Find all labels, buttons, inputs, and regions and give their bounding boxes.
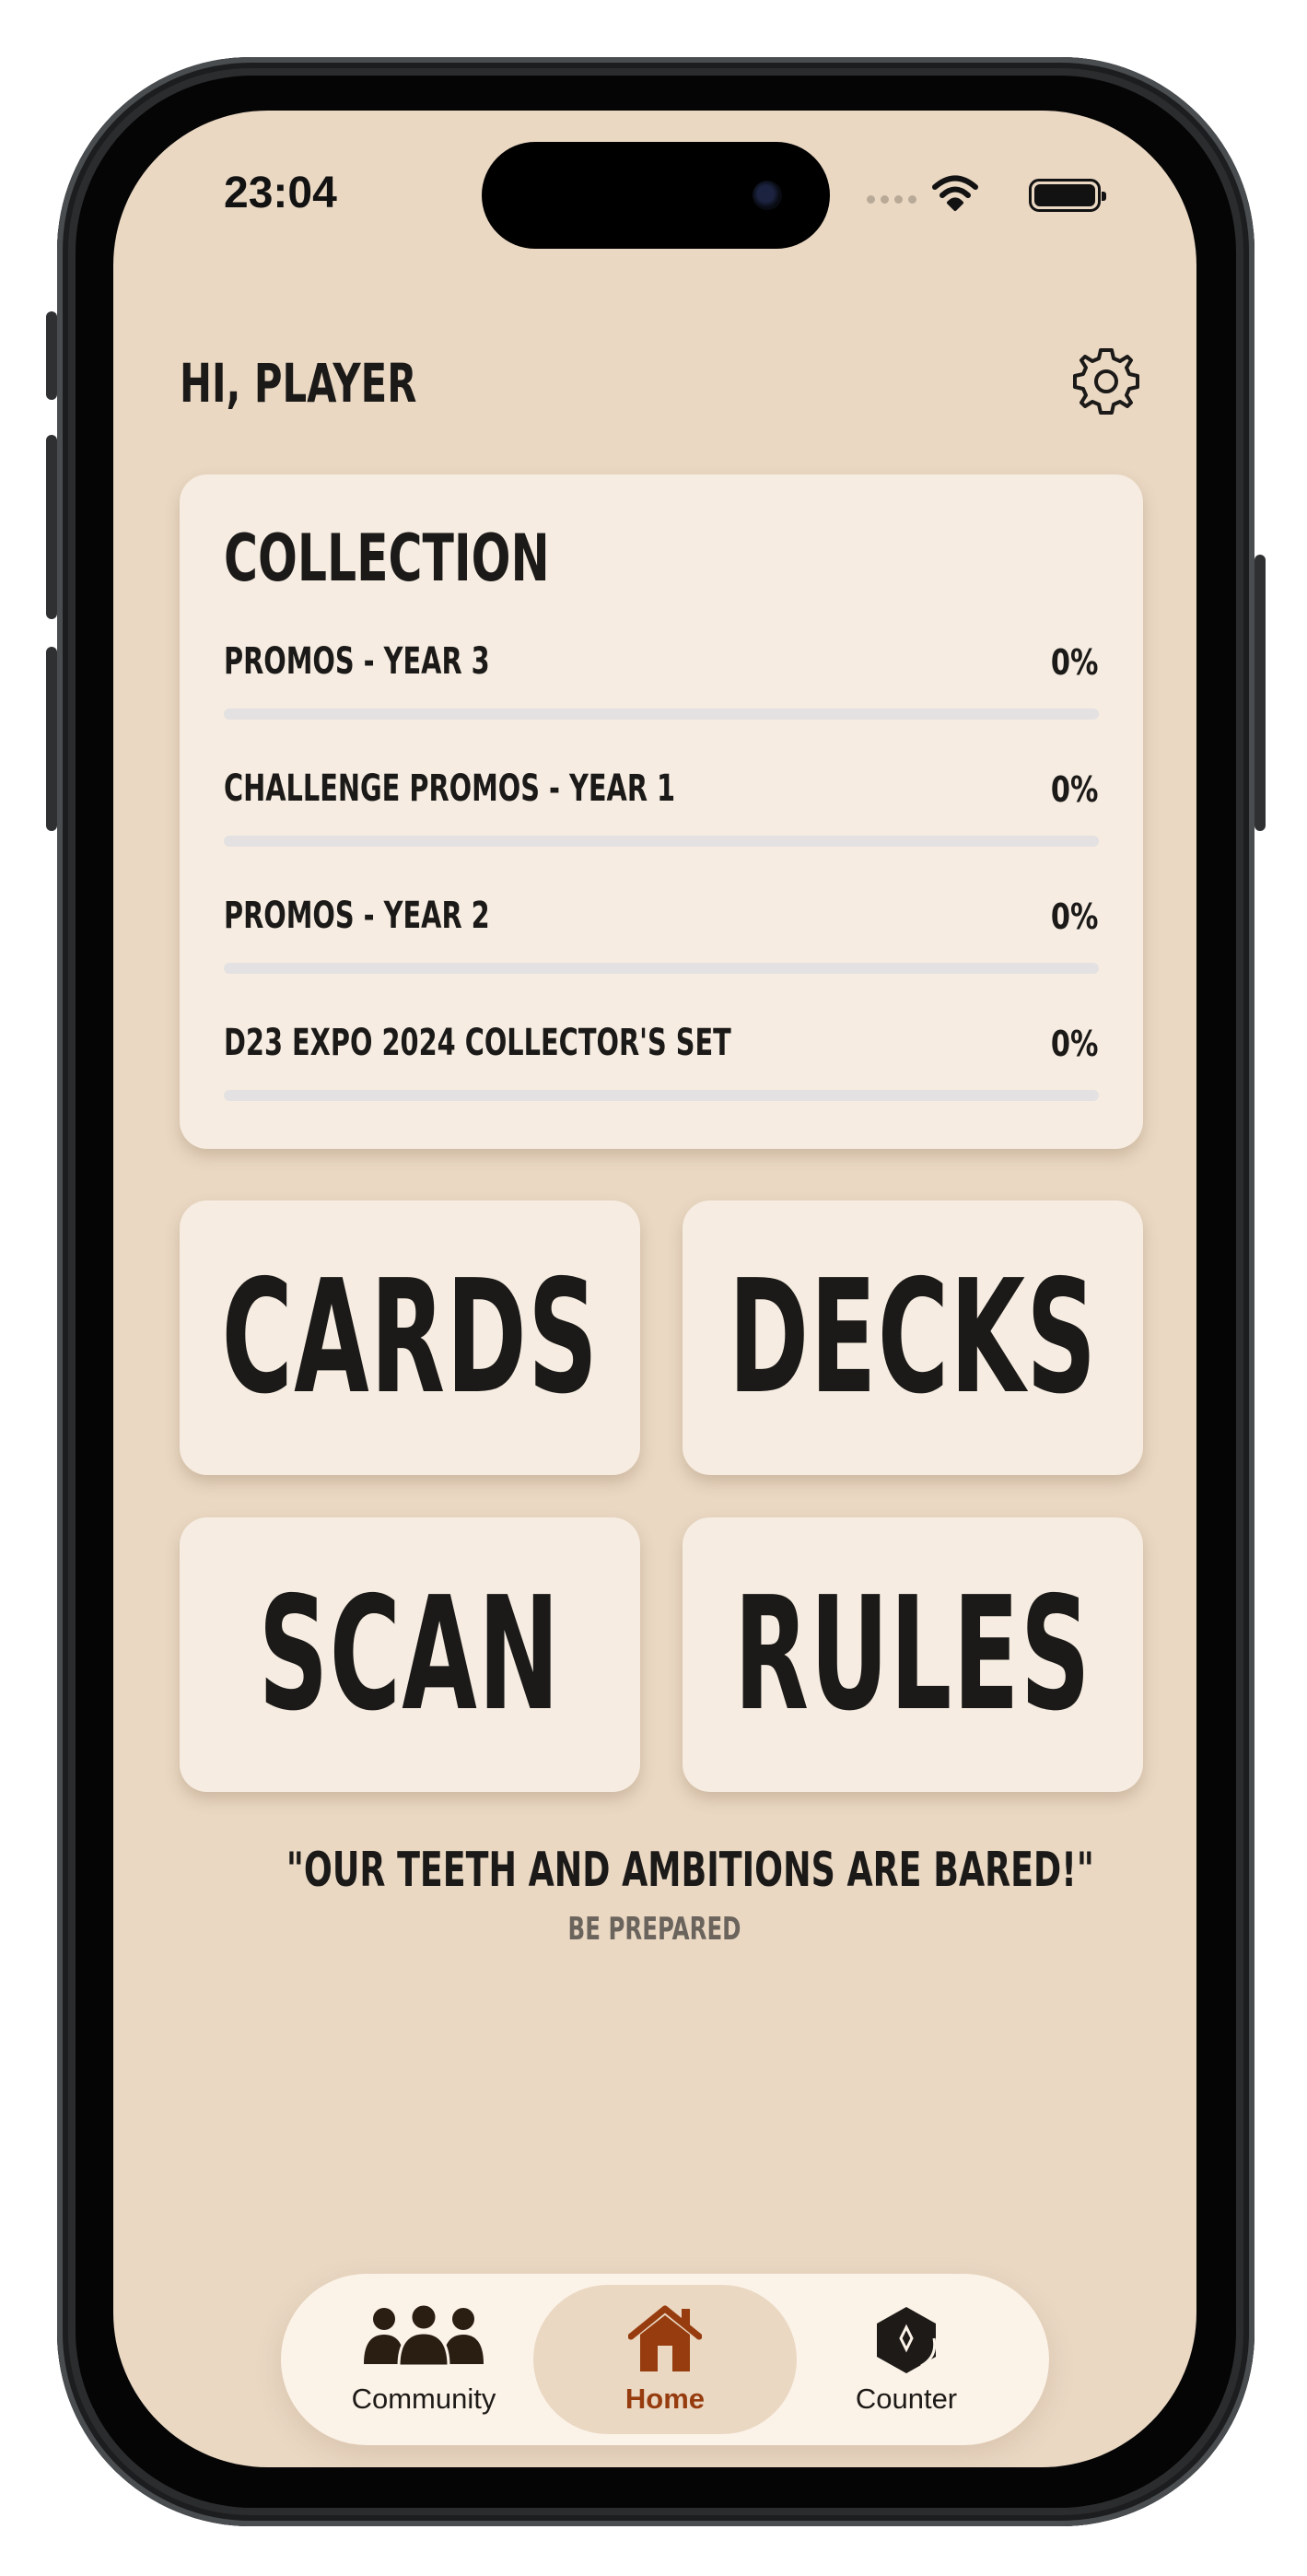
tab-counter-label: Counter xyxy=(855,2383,958,2415)
collection-item[interactable]: CHALLENGE PROMOS - YEAR 1 0% xyxy=(224,767,1099,860)
power-button xyxy=(1254,555,1266,831)
tab-counter[interactable]: Counter xyxy=(775,2285,1038,2434)
quote-subtitle-row: BE PREPARED xyxy=(113,1911,1196,1948)
rules-button[interactable]: RULES xyxy=(683,1517,1143,1792)
people-icon xyxy=(364,2305,484,2366)
collection-item-percent: 0% xyxy=(1051,896,1099,937)
decks-button[interactable]: DECKS xyxy=(683,1200,1143,1475)
gear-icon[interactable] xyxy=(1071,346,1141,416)
home-icon xyxy=(628,2305,702,2371)
volume-up-button xyxy=(46,435,57,619)
collection-item-percent: 0% xyxy=(1051,769,1099,810)
tab-community-label: Community xyxy=(351,2383,496,2415)
tab-bar: Community Home Counter xyxy=(281,2274,1049,2445)
scan-button[interactable]: SCAN xyxy=(180,1517,640,1792)
gem-icon xyxy=(877,2307,937,2373)
app-screen: 23:04 HI, PLAYER COLLECTION PROMOS - YEA… xyxy=(113,111,1196,2467)
progress-bar xyxy=(224,963,1099,974)
collection-card: COLLECTION PROMOS - YEAR 3 0% CHALLENGE … xyxy=(180,474,1143,1149)
collection-item-name: PROMOS - YEAR 2 xyxy=(224,895,490,937)
action-button xyxy=(46,311,57,400)
progress-bar xyxy=(224,836,1099,847)
tab-home-label: Home xyxy=(624,2383,706,2415)
status-time: 23:04 xyxy=(224,169,337,217)
volume-down-button xyxy=(46,647,57,831)
greeting-title: HI, PLAYER xyxy=(180,352,417,415)
collection-item-percent: 0% xyxy=(1051,1024,1099,1064)
collection-item[interactable]: PROMOS - YEAR 2 0% xyxy=(224,895,1099,987)
collection-item-name: D23 EXPO 2024 COLLECTOR'S SET xyxy=(224,1022,731,1064)
progress-bar xyxy=(224,708,1099,720)
scan-label: SCAN xyxy=(259,1563,562,1746)
tab-home[interactable]: Home xyxy=(533,2285,797,2434)
quote-text: "OUR TEETH AND AMBITIONS ARE BARED!" xyxy=(286,1843,1094,1898)
cards-button[interactable]: CARDS xyxy=(180,1200,640,1475)
rules-label: RULES xyxy=(733,1563,1092,1746)
collection-item-name: CHALLENGE PROMOS - YEAR 1 xyxy=(224,767,676,810)
decks-label: DECKS xyxy=(728,1247,1098,1429)
dynamic-island xyxy=(482,142,830,249)
wifi-icon xyxy=(932,175,978,211)
battery-icon xyxy=(1029,179,1106,212)
progress-bar xyxy=(224,1090,1099,1101)
collection-item-percent: 0% xyxy=(1051,642,1099,683)
collection-item[interactable]: PROMOS - YEAR 3 0% xyxy=(224,640,1099,732)
collection-item-name: PROMOS - YEAR 3 xyxy=(224,640,490,683)
cards-label: CARDS xyxy=(221,1247,599,1429)
collection-item[interactable]: D23 EXPO 2024 COLLECTOR'S SET 0% xyxy=(224,1022,1099,1114)
status-icons xyxy=(824,175,1106,212)
quote: "OUR TEETH AND AMBITIONS ARE BARED!" xyxy=(113,1843,1196,1898)
tab-community[interactable]: Community xyxy=(292,2285,555,2434)
camera-icon xyxy=(753,181,782,210)
collection-title: COLLECTION xyxy=(224,521,550,596)
quote-subtitle: BE PREPARED xyxy=(568,1911,741,1948)
signal-icon xyxy=(867,195,916,204)
